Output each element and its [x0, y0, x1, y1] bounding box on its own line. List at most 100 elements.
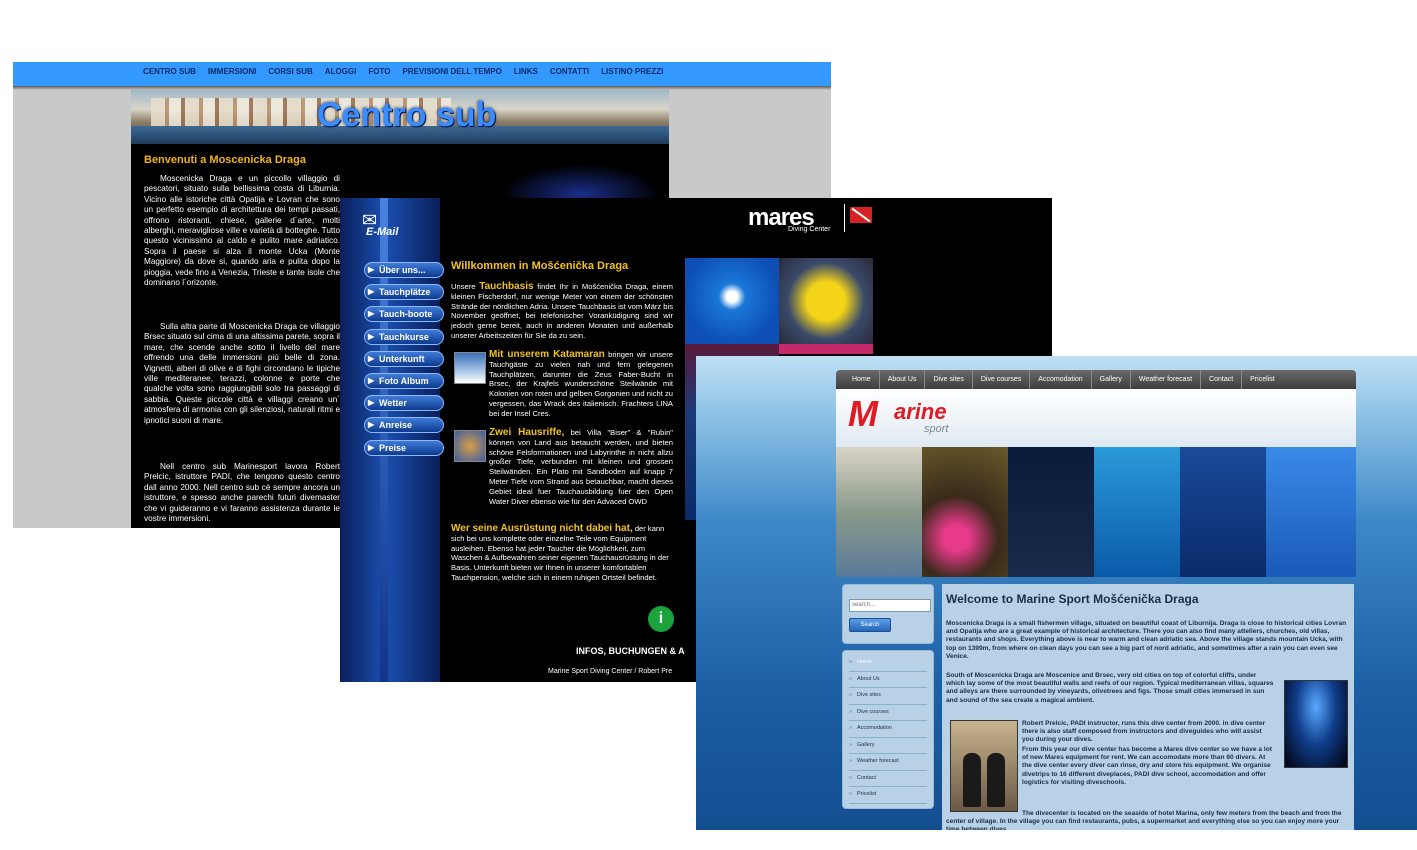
nav-preise[interactable]: ▶ Preise — [364, 439, 444, 456]
side-item-about-us[interactable]: About Us — [849, 672, 927, 688]
nav-gallery[interactable]: Gallery — [1092, 370, 1131, 389]
tauchbasis-paragraph: Unsere Tauchbasis findet Ihr in Mošćenič… — [451, 282, 673, 341]
side-item-accomodation[interactable]: Accomodation — [849, 721, 927, 738]
nav-centro-sub[interactable]: CENTRO SUB — [137, 62, 202, 82]
info-title: INFOS, BUCHUNGEN & A — [576, 646, 685, 656]
nav-aloggi[interactable]: ALOGGI — [319, 62, 363, 82]
footer-text: Marine Sport Diving Center / Robert Pre — [548, 668, 673, 675]
main-content: Welcome to Marine Sport Mošćenička Draga… — [942, 584, 1354, 830]
search-box: Search — [842, 584, 934, 644]
logo-divider — [844, 204, 845, 232]
diver-blue-photo — [1266, 447, 1356, 577]
side-item-dive-courses[interactable]: Dive courses — [849, 705, 927, 721]
logo-subtitle: Diving Center — [788, 226, 831, 233]
banner-title: Centro sub — [317, 96, 497, 134]
instructors-photo — [950, 720, 1018, 812]
nav-wetter[interactable]: ▶ Wetter — [364, 395, 444, 412]
side-item-gallery[interactable]: Gallery — [849, 738, 927, 754]
side-item-pricelist[interactable]: Pricelist — [849, 787, 927, 804]
nav-foto[interactable]: FOTO — [362, 62, 396, 82]
blue-water-photo — [1094, 447, 1180, 577]
logo-m: M — [848, 393, 878, 434]
person-right — [987, 753, 1005, 807]
katamaran-label: Mit unserem Katamaran — [489, 349, 605, 360]
hausriffe-label: Zwei Hausriffe, — [489, 427, 565, 438]
diver-cave-photo — [1284, 680, 1348, 768]
page-heading: Willkommen in Mošćenička Draga — [451, 260, 629, 272]
info-icon[interactable]: i — [648, 606, 674, 632]
katamaran-text: bringen wir unsere Tauchgäste zu vielen … — [489, 350, 673, 418]
nav-label: Tauch-boote — [379, 309, 433, 320]
email-link[interactable]: E-Mail — [366, 226, 398, 238]
nav-previsioni[interactable]: PREVISIONI DELL TEMPO — [396, 62, 507, 82]
nav-label: Anreise — [379, 420, 413, 431]
brsec-paragraph: Sulla altra parte di Moscenicka Draga ce… — [144, 322, 340, 425]
nav-tauch-boote[interactable]: ▶ Tauch-boote — [364, 306, 444, 323]
nav-ueber-uns[interactable]: ▶ Über uns... — [364, 262, 444, 278]
fish-photo — [922, 447, 1008, 577]
logo-sport: sport — [924, 423, 949, 435]
nav-weather-forecast[interactable]: Weather forecast — [1131, 370, 1202, 389]
page-container: Home About Us Dive sites Dive courses Ac… — [836, 370, 1356, 830]
tauchbasis-label: Tauchbasis — [479, 281, 534, 292]
intro-paragraph: Moscenicka Draga is a small fishermen vi… — [946, 620, 1347, 660]
nav-accomodation[interactable]: Accomodation — [1030, 370, 1092, 389]
instructor-paragraph: Nell centro sub Marinesport lavora Rober… — [144, 462, 340, 524]
cliff-photo — [836, 447, 922, 577]
nav-about-us[interactable]: About Us — [880, 370, 926, 389]
instructor-paragraph: Robert Prelcic, PADI instructor, runs th… — [1022, 720, 1266, 744]
nav-dive-courses[interactable]: Dive courses — [973, 370, 1031, 389]
search-input[interactable] — [849, 598, 931, 612]
hausriffe-text: bei Villa "Biser" & "Rubin" können von L… — [489, 428, 673, 506]
arrow-icon: ▶ — [368, 398, 375, 408]
mares-paragraph: From this year our dive center has becom… — [1022, 746, 1272, 786]
diver-photo — [1180, 447, 1266, 577]
sponge-photo — [779, 258, 873, 344]
photo-strip — [836, 447, 1356, 577]
nav-label: Wetter — [379, 398, 407, 409]
arrow-icon: ▶ — [368, 353, 375, 363]
nav-listino-prezzi[interactable]: LISTINO PREZZI — [595, 62, 669, 82]
nav-label: Unterkunft — [379, 353, 425, 364]
nav-home[interactable]: Home — [844, 370, 880, 389]
lead-word: Unsere — [451, 282, 476, 291]
search-button[interactable]: Search — [849, 617, 891, 632]
banner-image: Centro sub — [131, 90, 669, 144]
nav-label: Tauchplätze — [379, 287, 431, 298]
nav-contatti[interactable]: CONTATTI — [544, 62, 595, 82]
ausruestung-label: Wer seine Ausrüstung nicht dabei hat, — [451, 523, 633, 534]
south-paragraph: South of Moscenicka Draga are Moscenice … — [946, 672, 1274, 704]
nav-tauchkurse[interactable]: ▶ Tauchkurse — [364, 328, 444, 345]
arrow-icon: ▶ — [368, 309, 375, 319]
nav-tauchplaetze[interactable]: ▶ Tauchplätze — [364, 284, 444, 301]
arrow-icon: ▶ — [368, 287, 375, 297]
side-item-weather-forecast[interactable]: Weather forecast — [849, 754, 927, 771]
nav-foto-album[interactable]: ▶ Foto Album — [364, 372, 444, 389]
nav-anreise[interactable]: ▶ Anreise — [364, 417, 444, 434]
coral-photo — [779, 344, 873, 354]
ausruestung-paragraph: Wer seine Ausrüstung nicht dabei hat, de… — [451, 524, 673, 583]
nav-links[interactable]: LINKS — [508, 62, 544, 82]
side-item-home[interactable]: Home — [849, 655, 927, 672]
side-menu: Home About Us Dive sites Dive courses Ac… — [842, 650, 934, 809]
page-heading: Welcome to Marine Sport Mošćenička Draga — [946, 592, 1199, 606]
top-nav-bar: Home About Us Dive sites Dive courses Ac… — [836, 370, 1356, 389]
dark-water-photo — [1008, 447, 1094, 577]
nav-corsi-sub[interactable]: CORSI SUB — [262, 62, 318, 82]
side-item-contact[interactable]: Contact — [849, 771, 927, 787]
dive-flag-icon — [850, 207, 872, 223]
nav-unterkunft[interactable]: ▶ Unterkunft — [364, 350, 444, 367]
catamaran-thumbnail — [454, 352, 486, 384]
nav-contact[interactable]: Contact — [1201, 370, 1243, 389]
nav-pricelist[interactable]: Pricelist — [1242, 370, 1283, 389]
person-left — [963, 753, 981, 807]
diver-photo — [685, 258, 779, 344]
arrow-icon: ▶ — [368, 420, 375, 430]
katamaran-paragraph: Mit unserem Katamaran bringen wir unsere… — [489, 350, 673, 419]
nav-dive-sites[interactable]: Dive sites — [925, 370, 973, 389]
nav-immersioni[interactable]: IMMERSIONI — [202, 62, 262, 82]
side-item-dive-sites[interactable]: Dive sites — [849, 688, 927, 705]
reef-thumbnail — [454, 430, 486, 462]
english-site-screenshot: Home About Us Dive sites Dive courses Ac… — [696, 356, 1417, 830]
header: M arine sport — [836, 389, 1356, 447]
